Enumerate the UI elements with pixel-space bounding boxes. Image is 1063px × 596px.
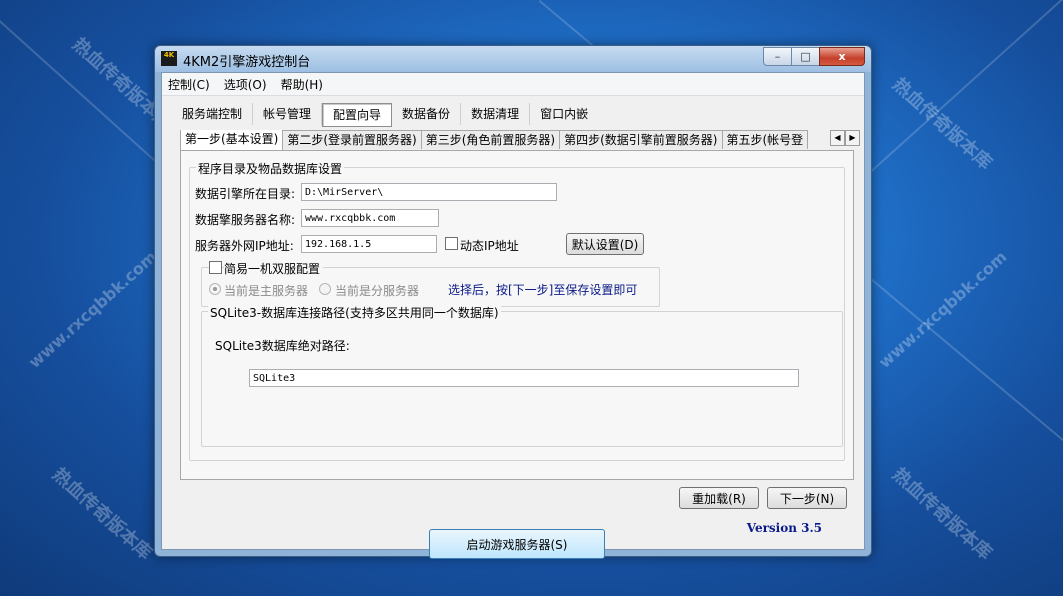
menu-options[interactable]: 选项(O) [224, 76, 267, 93]
watermark-url: www.rxcqbbk.com [24, 247, 161, 372]
dynamic-ip-label: 动态IP地址 [460, 239, 519, 253]
watermark-text: 热血传奇版本库 [888, 464, 996, 565]
version-label: Version 3.5 [746, 521, 822, 535]
title-bar[interactable]: 4K 4KM2引擎游戏控制台 – □ x [155, 46, 871, 72]
watermark-url: www.rxcqbbk.com [874, 247, 1011, 372]
menu-bar: 控制(C) 选项(O) 帮助(H) [162, 73, 864, 96]
watermark-text: 热血传奇版本库 [48, 464, 156, 565]
menu-help[interactable]: 帮助(H) [281, 76, 323, 93]
tab-scroll: ◀ ▶ [830, 130, 860, 146]
tab-step-2[interactable]: 第二步(登录前置服务器) [282, 130, 422, 149]
window-title: 4KM2引擎游戏控制台 [183, 55, 311, 70]
dynamic-ip-checkbox[interactable] [445, 237, 458, 250]
radio-sub-label: 当前是分服务器 [335, 284, 420, 298]
ip-label: 服务器外网IP地址: [195, 239, 294, 253]
maximize-button[interactable]: □ [791, 47, 820, 66]
close-button[interactable]: x [819, 47, 865, 66]
ip-input[interactable]: 192.168.1.5 [301, 235, 437, 253]
radio-main-server[interactable] [209, 283, 221, 295]
server-name-input[interactable]: www.rxcqbbk.com [301, 209, 439, 227]
client-area: 控制(C) 选项(O) 帮助(H) 服务端控制 帐号管理 配置向导 数据备份 数… [161, 72, 865, 559]
dual-server-checkbox[interactable] [209, 261, 222, 274]
chevron-right-icon[interactable]: ▶ [845, 130, 860, 146]
main-tabs: 服务端控制 帐号管理 配置向导 数据备份 数据清理 窗口内嵌 [172, 103, 598, 127]
tab-step-4[interactable]: 第四步(数据引擎前置服务器) [559, 130, 723, 149]
step-tabs: 第一步(基本设置) 第二步(登录前置服务器) 第三步(角色前置服务器) 第四步(… [180, 130, 860, 150]
sqlite-group-title: SQLite3-数据库连接路径(支持多区共用同一个数据库) [208, 304, 501, 321]
tab-step-1[interactable]: 第一步(基本设置) [180, 130, 284, 150]
reload-button[interactable]: 重加载(R) [679, 487, 759, 509]
dual-server-label: 简易一机双服配置 [224, 260, 324, 277]
sqlite-path-label: SQLite3数据库绝对路径: [215, 339, 350, 353]
app-window: 4K 4KM2引擎游戏控制台 – □ x 控制(C) 选项(O) 帮助(H) 服… [154, 45, 872, 559]
tab-config-wizard[interactable]: 配置向导 [322, 103, 393, 127]
menu-control[interactable]: 控制(C) [168, 76, 210, 93]
radio-sub-server[interactable] [319, 283, 331, 295]
tab-backup[interactable]: 数据备份 [392, 103, 462, 125]
tab-cleanup[interactable]: 数据清理 [461, 103, 531, 125]
tab-step-3[interactable]: 第三步(角色前置服务器) [420, 130, 561, 149]
next-button[interactable]: 下一步(N) [767, 487, 847, 509]
sqlite-path-input[interactable]: SQLite3 [249, 369, 799, 387]
tab-account[interactable]: 帐号管理 [253, 103, 323, 125]
start-server-button[interactable]: 启动游戏服务器(S) [429, 529, 605, 559]
tab-server-control[interactable]: 服务端控制 [172, 103, 254, 125]
tab-step-5[interactable]: 第五步(帐号登 [721, 130, 809, 149]
hint-text: 选择后，按[下一步]至保存设置即可 [448, 283, 638, 297]
engine-dir-input[interactable]: D:\MirServer\ [301, 183, 557, 201]
minimize-button[interactable]: – [763, 47, 792, 66]
watermark-text: 热血传奇版本库 [888, 74, 996, 175]
step-1-page: 程序目录及物品数据库设置 数据引擎所在目录: D:\MirServer\ 数据擎… [180, 150, 854, 480]
group-title: 程序目录及物品数据库设置 [196, 160, 345, 177]
app-logo-icon: 4K [161, 51, 177, 66]
chevron-left-icon[interactable]: ◀ [830, 130, 845, 146]
server-name-label: 数据擎服务器名称: [195, 213, 296, 227]
tab-embed[interactable]: 窗口内嵌 [530, 103, 598, 125]
default-settings-button[interactable]: 默认设置(D) [566, 233, 644, 255]
engine-dir-label: 数据引擎所在目录: [195, 187, 296, 201]
radio-main-label: 当前是主服务器 [224, 284, 309, 298]
